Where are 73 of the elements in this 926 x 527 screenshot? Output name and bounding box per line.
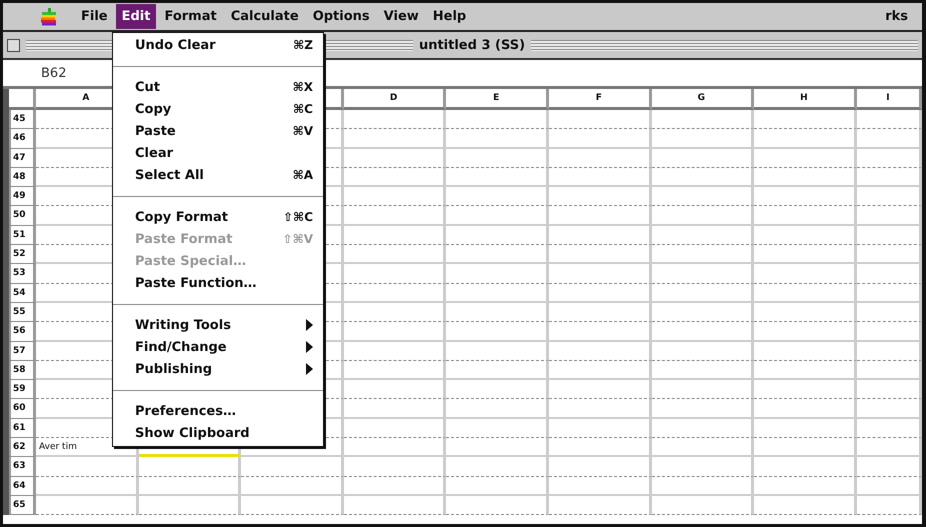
row-header[interactable]: 45 <box>9 110 36 130</box>
row-header[interactable]: 59 <box>9 380 36 400</box>
menu-item[interactable]: Select All ⌘A <box>113 164 323 186</box>
table-cell <box>856 360 922 380</box>
table-cell <box>856 206 922 226</box>
table-cell <box>856 457 922 477</box>
submenu-arrow-icon <box>306 341 313 353</box>
column-header[interactable]: G <box>652 89 754 110</box>
menu-item[interactable]: Paste Function… <box>113 272 323 294</box>
row-header[interactable]: 54 <box>9 284 36 303</box>
table-cell <box>856 496 922 516</box>
table-cell <box>856 168 922 188</box>
row-header[interactable]: 48 <box>9 168 36 188</box>
table-cell <box>856 399 922 419</box>
close-box[interactable] <box>7 38 20 52</box>
column-header[interactable]: F <box>548 89 652 110</box>
row-header[interactable]: 61 <box>9 418 36 438</box>
menu-title[interactable]: Format <box>158 4 223 29</box>
table-cell <box>856 187 922 206</box>
row-header[interactable]: 57 <box>9 342 36 361</box>
row-header[interactable]: 49 <box>9 187 36 206</box>
table-cell <box>856 110 922 130</box>
row-header[interactable]: 46 <box>9 129 36 149</box>
menu-item[interactable]: Undo Clear ⌘Z <box>113 34 323 56</box>
menu-title[interactable]: Options <box>306 4 376 29</box>
row-header[interactable]: 60 <box>9 399 36 419</box>
row-header[interactable]: 63 <box>9 457 36 477</box>
submenu-arrow-icon <box>306 319 313 331</box>
table-cell <box>856 322 922 342</box>
menu-item[interactable]: Paste ⌘V <box>113 120 323 142</box>
user-name: rks <box>885 9 908 24</box>
row-header[interactable]: 62 <box>9 438 36 458</box>
table-cell <box>856 476 922 496</box>
table-cell <box>856 418 922 438</box>
table-cell <box>856 284 922 303</box>
menu-title[interactable]: View <box>378 4 425 29</box>
menu-title[interactable]: File <box>75 4 114 29</box>
row-header[interactable]: 47 <box>9 148 36 168</box>
table-cell <box>856 245 922 264</box>
submenu-arrow-icon <box>306 363 313 375</box>
menu-item[interactable]: Publishing <box>113 358 323 380</box>
menu-title[interactable]: Calculate <box>224 4 305 29</box>
column-header[interactable]: I <box>856 89 922 110</box>
table-cell <box>856 438 922 458</box>
table-cell <box>856 302 922 322</box>
cell-reference: B62 <box>41 66 66 80</box>
menu-item[interactable]: Preferences… <box>113 400 323 422</box>
row-header[interactable]: 52 <box>9 245 36 264</box>
table-cell <box>856 129 922 149</box>
row-header[interactable]: 64 <box>9 476 36 496</box>
menu-item[interactable]: Clear <box>113 142 323 164</box>
apple-logo-icon[interactable] <box>41 8 57 26</box>
row-header[interactable]: 58 <box>9 360 36 380</box>
menu-title[interactable]: Help <box>426 4 472 29</box>
column-header[interactable]: H <box>754 89 857 110</box>
row-header[interactable]: 51 <box>9 226 36 246</box>
menu-title[interactable]: Edit <box>116 4 156 29</box>
column-header[interactable]: D <box>344 89 446 110</box>
table-cell <box>856 264 922 284</box>
row-header[interactable]: 65 <box>9 496 36 516</box>
table-cell <box>856 380 922 400</box>
table-cell <box>856 342 922 361</box>
row-header[interactable]: 53 <box>9 264 36 284</box>
menu-item[interactable]: Find/Change <box>113 336 323 358</box>
menu-item[interactable]: Copy Format ⇧⌘C <box>113 206 323 228</box>
column-header[interactable]: E <box>446 89 549 110</box>
row-header[interactable]: 55 <box>9 302 36 322</box>
window-title: untitled 3 (SS) <box>418 38 526 52</box>
table-cell <box>856 148 922 168</box>
row-header[interactable]: 50 <box>9 206 36 226</box>
table-cell <box>856 226 922 246</box>
menu-item[interactable]: Writing Tools <box>113 314 323 336</box>
row-header[interactable]: 56 <box>9 322 36 342</box>
